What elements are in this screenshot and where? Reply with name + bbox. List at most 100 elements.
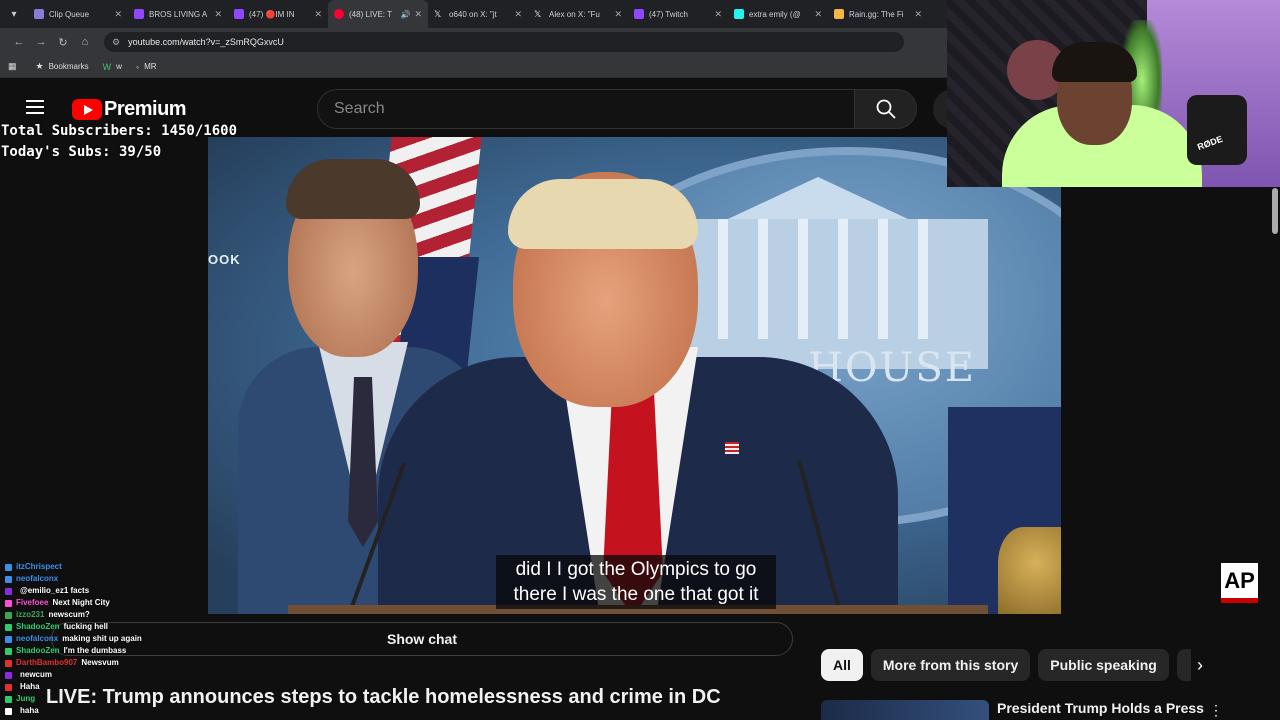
tab-tiktok-emily[interactable]: extra emily (@ ✕ [728,0,828,28]
chat-text: Newsvum [81,658,119,667]
address-toolbar: ← → ↻ ⌂ ⚙ youtube.com/watch?v=_zSmRQGxvcU [0,28,947,56]
chevron-right-icon[interactable]: › [1186,650,1214,680]
chip-all[interactable]: All [821,649,863,681]
chat-badge-icon [5,647,12,655]
caption-line-1: did I I got the Olympics to go [515,559,757,580]
caption-line-2: there I was the one that got it [513,584,759,605]
tab-x-o640[interactable]: 𝕏o640 on X: "jt ✕ [428,0,528,28]
left-person-hair [286,159,420,219]
tab-x-alex[interactable]: 𝕏 Alex on X: "Fu ✕ [528,0,628,28]
chat-message: @emilio_ez1 facts [5,585,215,597]
more-vert-icon[interactable]: ⋮ [1209,700,1223,720]
star-icon: ★ [35,61,44,71]
twitch-icon [134,9,144,19]
tab-search-icon[interactable]: ▾ [0,0,28,28]
tab-close-icon[interactable]: ✕ [214,9,222,20]
microphone [1187,95,1247,165]
chat-text: I'm the dumbass [63,646,127,655]
chat-text: haha [20,706,39,715]
chat-badge-icon [5,587,12,595]
chat-badge-icon [5,671,12,679]
video-player[interactable]: HOUSE OOK did I I got the Olympics to go… [208,137,1061,614]
chat-message: Jung [5,693,215,705]
bookmark-bookmarks[interactable]: ★ Bookmarks [36,61,89,72]
chat-message: haha [5,705,215,717]
tab-rain-gg[interactable]: Rain.gg: The Fi ✕ [828,0,928,28]
forward-icon[interactable]: → [30,31,52,53]
apps-icon[interactable]: ▦ [8,61,22,72]
bookmark-mr[interactable]: ◦ MR [136,62,157,72]
chat-text: making shit up again [62,634,142,643]
gold-emblem [998,527,1061,614]
chat-badge-icon [5,695,12,703]
chat-username[interactable]: Jung [16,693,35,705]
site-info-icon[interactable]: ⚙ [112,37,120,48]
tab-close-icon[interactable]: ✕ [714,9,722,20]
closed-captions: did I I got the Olympics to go there I w… [496,555,776,609]
search-input[interactable]: Search [317,89,855,129]
menu-icon[interactable] [26,100,44,114]
total-subscribers: Total Subscribers: 1450/1600 [1,123,238,139]
chat-text: @emilio_ez1 facts [20,586,90,595]
favicon-icon [34,9,44,19]
chat-text: newcum [20,670,53,679]
chat-badge-icon [5,623,12,631]
chat-username[interactable]: ShadooZen [16,645,60,657]
chat-username[interactable]: neofalconx [16,633,58,645]
tiktok-icon [734,9,744,19]
recommended-thumbnail[interactable] [821,700,989,720]
chat-username[interactable]: neofalconx [16,573,58,585]
chat-badge-icon [5,575,12,583]
page-scrollbar[interactable] [1272,188,1278,234]
chip-public-speaking[interactable]: Public speaking [1038,649,1169,681]
tab-bros-living[interactable]: BROS LIVING A ✕ [128,0,228,28]
stream-chat-overlay: itzChrispect neofalconx @emilio_ez1 facts F… [5,561,215,717]
search-button[interactable] [854,89,917,129]
chat-badge-icon [5,707,12,715]
url-field[interactable]: ⚙ youtube.com/watch?v=_zSmRQGxvcU [104,32,904,52]
bookmark-w[interactable]: Ww [103,62,122,72]
chip-more-from-this-story[interactable]: More from this story [870,649,1031,681]
chat-username[interactable]: Fivefoee [16,597,48,609]
tab-youtube-live[interactable]: (48) LIVE: T 🔊 ✕ [328,0,428,28]
bookmarks-bar: ▦ ★ Bookmarks Ww ◦ MR [0,56,947,78]
tab-clip-queue[interactable]: Clip Queue ✕ [28,0,128,28]
chat-message: DarthBambo907 Newsvum [5,657,215,669]
tab-close-icon[interactable]: ✕ [414,9,422,20]
screen: ▾ Clip Queue ✕ BROS LIVING A ✕ (47) 🔴IM IN… [0,0,1280,720]
tab-close-icon[interactable]: ✕ [314,9,322,20]
chat-message: newcum [5,669,215,681]
chat-username[interactable]: ShadooZen [16,621,60,633]
chat-message: izzo231 newscum? [5,609,215,621]
chat-message: Haha [5,681,215,693]
tab-close-icon[interactable]: ✕ [614,9,622,20]
recommendation-chips: All More from this story Public speaking [821,649,1199,681]
chat-message: itzChrispect [5,561,215,573]
tab-close-icon[interactable]: ✕ [114,9,122,20]
tab-twitch[interactable]: (47) Twitch ✕ [628,0,728,28]
chat-badge-icon [5,635,12,643]
tab-close-icon[interactable]: ✕ [814,9,822,20]
chat-username[interactable]: izzo231 [16,609,44,621]
back-icon[interactable]: ← [8,31,30,53]
tab-close-icon[interactable]: ✕ [914,9,922,20]
home-icon[interactable]: ⌂ [74,31,96,53]
white-house-illustration [648,177,988,369]
chat-username[interactable]: itzChrispect [16,561,62,573]
ap-watermark: AP [1221,563,1258,603]
chat-badge-icon [5,683,12,691]
chat-badge-icon [5,659,12,667]
youtube-logo[interactable]: Premium [72,98,187,121]
chat-username[interactable]: DarthBambo907 [16,657,77,669]
twitch-icon [234,9,244,19]
speaker-hair [508,179,698,249]
tab-im-in[interactable]: (47) 🔴IM IN ✕ [228,0,328,28]
speaker-icon[interactable]: 🔊 [400,10,410,19]
reload-icon[interactable]: ↻ [52,31,74,53]
chat-text: fucking hell [63,622,109,631]
recommended-title[interactable]: President Trump Holds a Press [997,700,1204,716]
chat-text: Next Night City [52,598,110,607]
chat-message: ShadooZen I'm the dumbass [5,645,215,657]
rain-icon [834,9,844,19]
tab-close-icon[interactable]: ✕ [514,9,522,20]
